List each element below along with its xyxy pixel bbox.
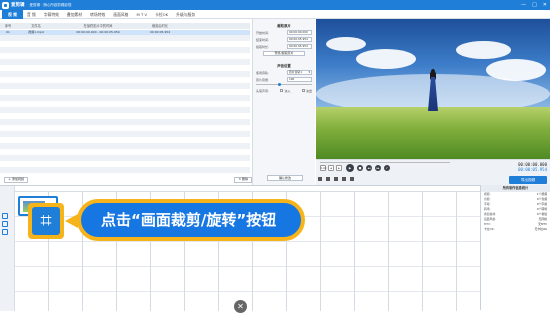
confirm-modify-button[interactable]: 确认修改 [267,175,303,181]
main-menu: 视 频 音 频 字幕特效 叠加素材 转场特效 画面风格 M T V 卡拉OK 升… [0,9,550,19]
duration-field[interactable]: 00:00:05.954 [287,44,312,49]
tab-subtitle-effects[interactable]: 字幕特效 [40,10,63,19]
play-button[interactable]: ▶ [346,164,354,172]
app-logo-icon [2,1,9,9]
duration-label: 截取时长: [256,44,270,49]
export-video-button[interactable]: 导出视频 [509,176,547,184]
fade-in-checkbox[interactable]: 淡入 [280,89,291,93]
start-time-field[interactable]: 00:00:00.000 [287,30,312,35]
close-window-button[interactable]: ✕ [543,2,547,8]
clip-settings-panel: 截取原片 开始时间: 00:00:00.000 结束时间: 00:00:05.954… [252,19,315,185]
delete-button[interactable]: ✕ 删除 [234,176,252,183]
minimize-button[interactable]: — [521,2,526,8]
split-tool-icon[interactable] [2,221,8,227]
add-icon: ＋ [8,177,12,182]
tab-mtv[interactable]: M T V [132,10,151,19]
clip-panel-title: 截取原片 [277,24,291,28]
title-bar: 爱剪辑 爱剪辑 · 随心所欲剪辑影视 — □ ✕ [0,0,550,10]
volume-field[interactable]: 100 [287,77,312,82]
end-time-field[interactable]: 00:00:05.954 [287,37,312,42]
crop-icon[interactable] [342,177,346,181]
app-subtitle: 爱剪辑 · 随心所欲剪辑影视 [29,2,72,7]
crop-rotate-tool-icon[interactable] [2,213,8,219]
start-time-label: 开始时间: [256,30,270,35]
stats-title: 所有制作信息统计 [481,185,550,192]
crop-rotate-button[interactable]: ⌗ [28,203,64,239]
speed-button[interactable]: 1.0x [320,165,326,171]
tab-upgrade[interactable]: 升级与服务 [172,10,199,19]
video-panel: 序号 文件名 在最终影片中的时间 裁剪后时长 01 视频1.mp4 00:00:… [0,19,315,185]
audio-track-select[interactable]: 原片音轨1 [287,70,312,75]
forward-button[interactable]: ▸▸ [375,165,381,171]
volume-label: 原片音量: [256,77,270,82]
cell-index: 01 [6,30,10,34]
delete-icon: ✕ [238,177,241,182]
zoom-tool-icon[interactable] [2,229,8,235]
fade-out-checkbox[interactable]: 淡出 [301,89,312,93]
snapshot-icon[interactable] [318,177,322,181]
cell-time: 00:00:00.000 - 00:00:05.954 [76,30,120,34]
cell-duration: 00:00:05.954 [149,30,171,34]
next-frame-button[interactable]: ▸ [336,165,342,171]
video-preview[interactable] [316,19,550,159]
preview-field [316,107,550,159]
head-tail-label: 头尾声音: [256,88,270,93]
app-name: 爱剪辑 [11,3,25,8]
add-video-button[interactable]: ＋添加视频 [4,176,29,183]
maximize-button[interactable]: □ [532,2,537,8]
preview-clip-button[interactable]: 预览/截取原片 [263,51,305,56]
volume-slider-knob[interactable] [278,83,282,86]
preview-person [428,69,438,114]
instruction-callout: 点击“画面裁剪/旋转”按钮 [77,199,305,241]
total-time: 00:00:05.954 [518,167,547,172]
tab-transitions[interactable]: 转场特效 [86,10,109,19]
time-display: 00:00:00.000 00:00:05.954 [518,162,547,172]
crop-rotate-icon: ⌗ [32,207,60,235]
stats-row: 卡拉OK: 无卡拉OK [484,227,547,231]
volume-icon[interactable]: ♪ [384,165,390,171]
table-row[interactable]: 01 视频1.mp4 00:00:00.000 - 00:00:05.954 0… [0,30,250,35]
tab-picture-style[interactable]: 画面风格 [109,10,132,19]
volume-slider[interactable] [256,83,312,86]
stop-button[interactable]: ■ [357,165,363,171]
tab-karaoke[interactable]: 卡拉OK [151,10,172,19]
tab-audio[interactable]: 音 频 [23,10,40,19]
end-time-label: 结束时间: [256,37,270,42]
fullscreen-icon[interactable] [326,177,330,181]
settings-icon[interactable] [334,177,338,181]
audio-track-label: 使用音轨: [256,70,270,75]
rewind-button[interactable]: ◂◂ [366,165,372,171]
progress-bar[interactable] [320,162,450,163]
preview-tools [318,177,354,181]
file-list [0,29,250,179]
list-actions: ＋添加视频 ✕ 删除 [4,176,252,183]
close-icon[interactable]: ✕ [234,300,247,313]
timeline-sidebar [0,186,15,311]
tab-overlay[interactable]: 叠加素材 [63,10,86,19]
more-icon[interactable] [350,177,354,181]
stats-panel: 所有制作信息统计 视频: 1个视频 音频: 0个音频 字幕: 0个字幕 转场: 0个转场… [480,185,550,310]
tab-video[interactable]: 视 频 [2,9,23,19]
sound-settings-title: 声音设置 [277,64,291,68]
cell-filename: 视频1.mp4 [28,30,44,34]
prev-frame-button[interactable]: ◂ [328,165,334,171]
